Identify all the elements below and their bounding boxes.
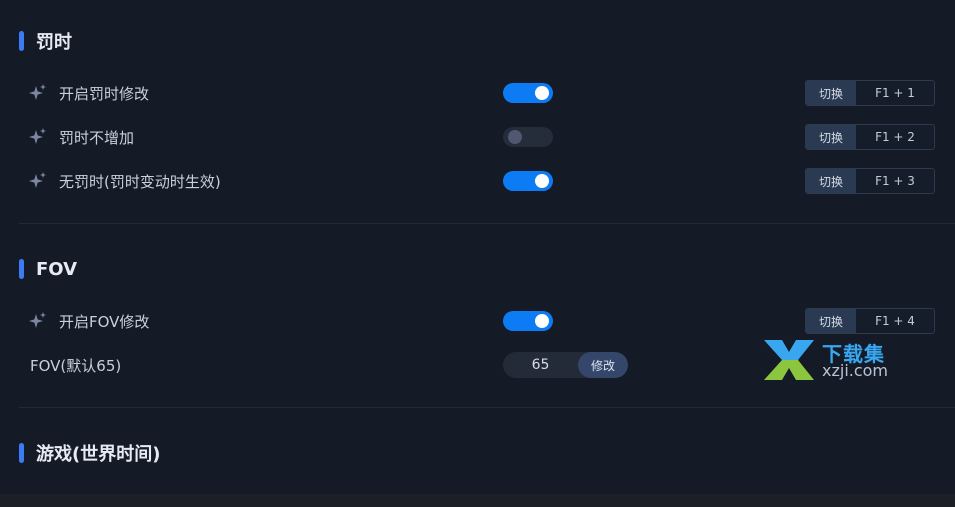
sparkle-icon: [29, 172, 46, 188]
hotkey-box[interactable]: 切换 F1 + 4: [805, 308, 935, 334]
toggle-knob: [508, 130, 522, 144]
option-row-no-penalty: 无罚时(罚时变动时生效) 切换 F1 + 3: [0, 168, 955, 194]
section-title-world-time: 游戏(世界时间): [19, 442, 161, 465]
toggle-knob: [535, 314, 549, 328]
option-label: 无罚时(罚时变动时生效): [59, 173, 221, 191]
option-row-enable-fov-mod: 开启FOV修改 切换 F1 + 4: [0, 308, 955, 334]
sparkle-icon: [29, 84, 46, 100]
hotkey-action-button[interactable]: 切换: [806, 309, 856, 333]
hotkey-combo[interactable]: F1 + 2: [856, 125, 934, 149]
fov-value[interactable]: 65: [503, 352, 578, 378]
section-title-text: 游戏(世界时间): [36, 444, 161, 465]
toggle-switch[interactable]: [503, 127, 553, 147]
section-title-text: FOV: [36, 258, 78, 280]
hotkey-combo[interactable]: F1 + 3: [856, 169, 934, 193]
hotkey-action-button[interactable]: 切换: [806, 169, 856, 193]
modify-button[interactable]: 修改: [578, 352, 628, 378]
sparkle-icon: [29, 128, 46, 144]
section-divider: [19, 407, 955, 408]
fov-value-input[interactable]: 65 修改: [503, 352, 628, 378]
toggle-switch[interactable]: [503, 83, 553, 103]
hotkey-box[interactable]: 切换 F1 + 1: [805, 80, 935, 106]
section-accent-bar: [19, 443, 24, 463]
option-label: 开启罚时修改: [59, 85, 150, 103]
hotkey-box[interactable]: 切换 F1 + 2: [805, 124, 935, 150]
hotkey-box[interactable]: 切换 F1 + 3: [805, 168, 935, 194]
section-title-text: 罚时: [36, 32, 72, 53]
background-game-image: [0, 494, 955, 507]
site-watermark: 下载集 xzji.com: [762, 336, 902, 384]
section-accent-bar: [19, 31, 24, 51]
xzji-logo-icon: [764, 340, 814, 380]
toggle-switch[interactable]: [503, 311, 553, 331]
hotkey-action-button[interactable]: 切换: [806, 81, 856, 105]
section-divider: [19, 223, 955, 224]
hotkey-combo[interactable]: F1 + 1: [856, 81, 934, 105]
section-accent-bar: [19, 259, 24, 279]
watermark-url: xzji.com: [822, 361, 889, 380]
sparkle-icon: [29, 312, 46, 328]
option-row-enable-penalty-mod: 开启罚时修改 切换 F1 + 1: [0, 80, 955, 106]
section-title-penalty: 罚时: [19, 30, 72, 53]
hotkey-combo[interactable]: F1 + 4: [856, 309, 934, 333]
toggle-knob: [535, 86, 549, 100]
option-label: 罚时不增加: [59, 129, 135, 147]
hotkey-action-button[interactable]: 切换: [806, 125, 856, 149]
section-title-fov: FOV: [19, 258, 77, 280]
cheat-panel: 罚时 开启罚时修改 切换 F1 + 1 罚时不增加 切换 F1 + 2 无罚时(…: [0, 0, 955, 494]
option-label: FOV(默认65): [30, 357, 122, 375]
toggle-switch[interactable]: [503, 171, 553, 191]
option-row-no-penalty-increase: 罚时不增加 切换 F1 + 2: [0, 124, 955, 150]
toggle-knob: [535, 174, 549, 188]
option-label: 开启FOV修改: [59, 313, 150, 331]
